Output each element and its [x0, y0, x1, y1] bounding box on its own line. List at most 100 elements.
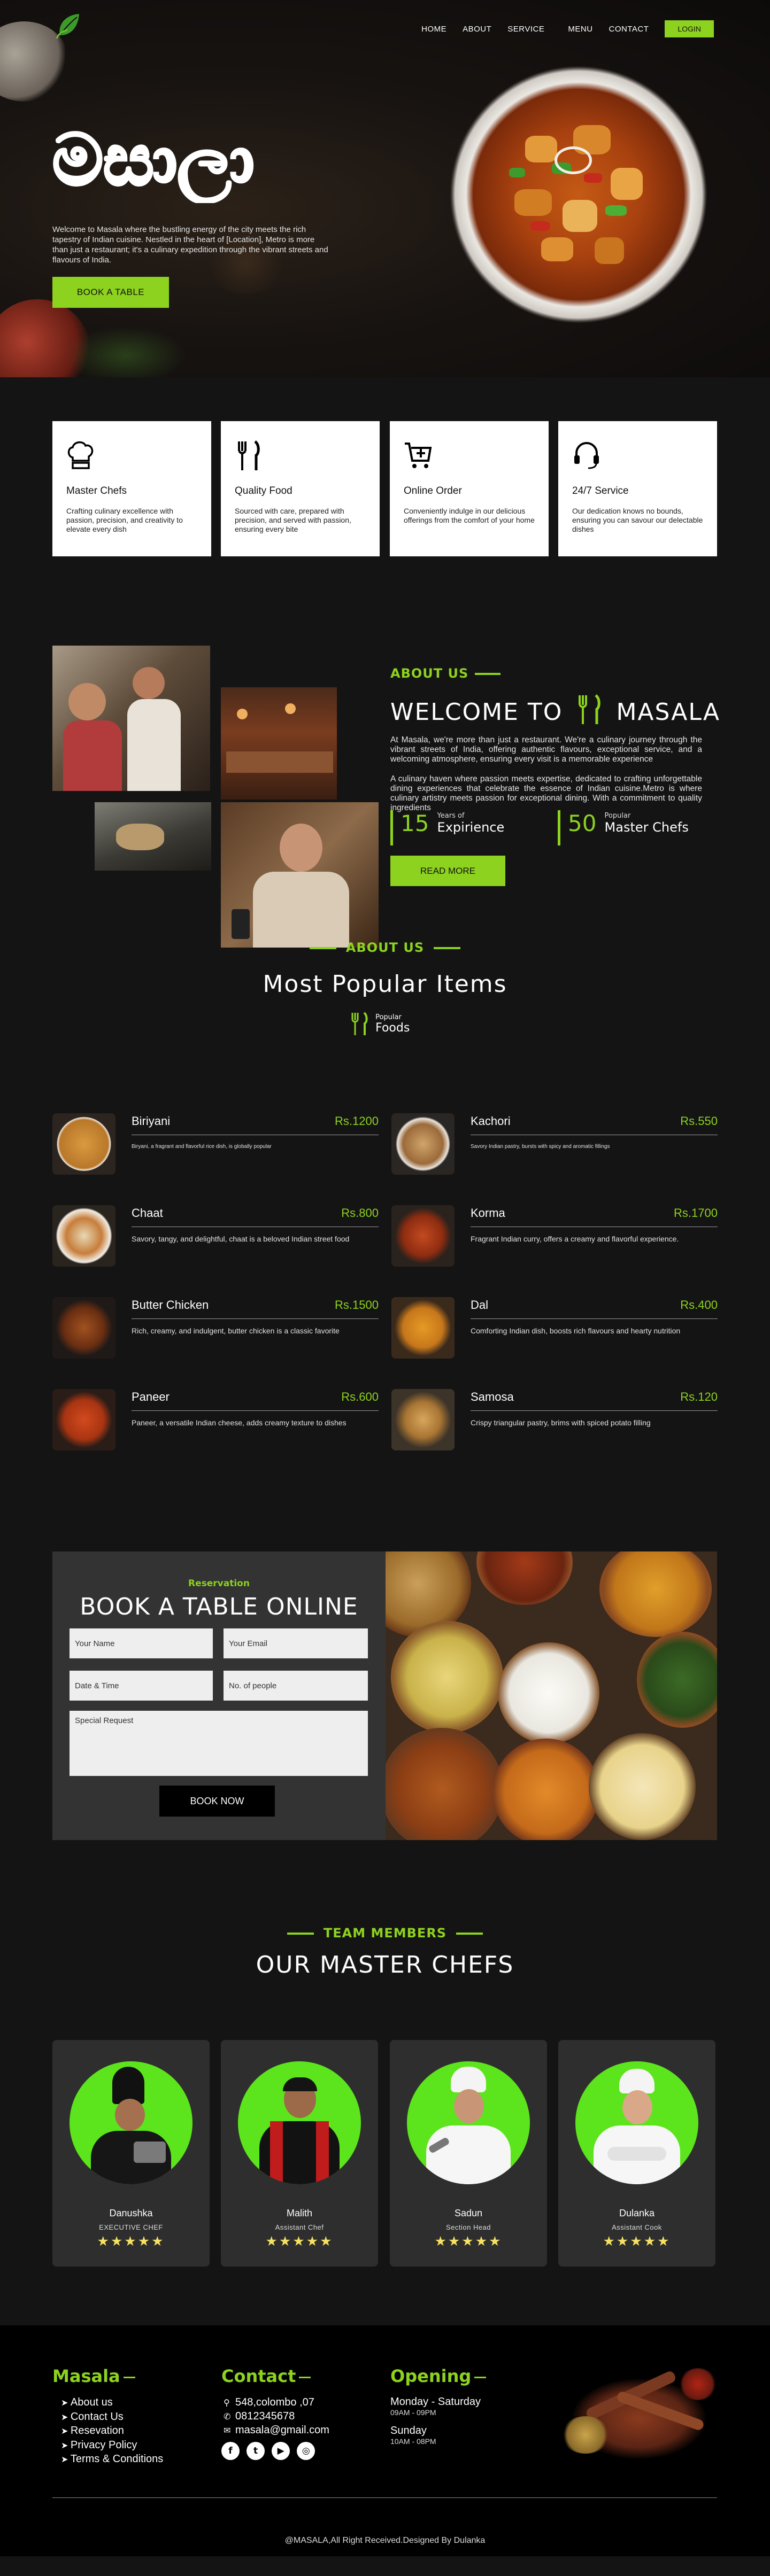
weekday-label: Monday - Saturday [390, 2396, 481, 2408]
instagram-icon[interactable]: ◎ [297, 2442, 315, 2460]
item-price: Rs.1500 [335, 1298, 379, 1312]
item-desc: Rich, creamy, and indulgent, butter chic… [132, 1326, 340, 1335]
special-request-textarea[interactable] [70, 1711, 368, 1776]
item-desc: Paneer, a versatile Indian cheese, adds … [132, 1418, 346, 1427]
friends-dining-photo [52, 646, 210, 791]
footer-link-about[interactable]: About us [61, 2396, 163, 2410]
contact-email[interactable]: masala@gmail.com [235, 2424, 329, 2436]
menu-item[interactable]: Korma Rs.1700 Fragrant Indian curry, off… [391, 1205, 718, 1267]
stat-small: Years of [437, 812, 465, 820]
reservation-form-panel: Reservation BOOK A TABLE ONLINE BOOK NOW [52, 1551, 386, 1840]
feature-title: Quality Food [235, 485, 292, 496]
footer-link-terms[interactable]: Terms & Conditions [61, 2453, 163, 2467]
menu-item[interactable]: Biriyani Rs.1200 Biryani, a fragrant and… [52, 1113, 379, 1175]
spices-image [551, 2357, 722, 2464]
chef-card[interactable]: Danushka EXECUTIVE CHEF ★★★★★ [52, 2040, 210, 2267]
stat-chefs: 50 Popular Master Chefs [558, 810, 689, 845]
feature-title: 24/7 Service [572, 485, 629, 496]
item-price: Rs.800 [341, 1206, 379, 1220]
nav-home-link[interactable]: HOME [421, 25, 446, 34]
popular-foods-tab[interactable]: Popular Foods [350, 1012, 410, 1038]
about-paragraph-1: At Masala, we're more than just a restau… [390, 735, 702, 764]
script-title-text: මසාලා [52, 119, 254, 203]
menu-title: Most Popular Items [263, 971, 507, 998]
footer-contact-text: Contact [221, 2366, 296, 2386]
footer-contact-title: Contact [221, 2366, 311, 2386]
butter-chicken-thumb [52, 1297, 116, 1359]
menu-item[interactable]: Dal Rs.400 Comforting Indian dish, boost… [391, 1297, 718, 1359]
about-paragraph-2: A culinary haven where passion meets exp… [390, 774, 702, 812]
menu-item[interactable]: Butter Chicken Rs.1500 Rich, creamy, and… [52, 1297, 379, 1359]
stat-years: 15 Years of Expirience [390, 810, 504, 845]
chef-avatar [407, 2061, 530, 2184]
location-icon: ⚲ [224, 2399, 230, 2408]
feature-title: Online Order [404, 485, 462, 496]
chef-name: Danushka [109, 2208, 153, 2218]
rating-stars: ★★★★★ [97, 2233, 165, 2249]
weekday-hours: 09AM - 09PM [390, 2408, 436, 2417]
nav-menu-link[interactable]: MENU [568, 25, 592, 34]
feature-text: Crafting culinary excellence with passio… [66, 507, 183, 533]
stat-number: 50 [568, 810, 597, 836]
footer-link-reservation[interactable]: Resevation [61, 2424, 163, 2439]
chef-card[interactable]: Dulanka Assistant Cook ★★★★★ [558, 2040, 715, 2267]
stat-small: Popular [604, 812, 631, 820]
popular-big-label: Foods [375, 1021, 410, 1035]
item-price: Rs.1700 [674, 1206, 718, 1220]
item-desc: Crispy triangular pastry, brims with spi… [471, 1418, 651, 1427]
menu-item[interactable]: Samosa Rs.120 Crispy triangular pastry, … [391, 1389, 718, 1450]
hero-description: Welcome to Masala where the bustling ene… [52, 225, 328, 265]
copyright-text: @MASALA,All Right Received.Designed By D… [284, 2536, 486, 2545]
chef-role: EXECUTIVE CHEF [99, 2223, 163, 2231]
item-price: Rs.550 [680, 1114, 718, 1128]
leaf-decoration [64, 326, 187, 377]
login-button[interactable]: LOGIN [665, 20, 714, 37]
nav-contact-link[interactable]: CONTACT [609, 25, 649, 34]
footer-link-privacy[interactable]: Privacy Policy [61, 2439, 163, 2453]
feature-title: Master Chefs [66, 485, 127, 496]
book-now-button[interactable]: BOOK NOW [159, 1786, 275, 1817]
popular-items-section: ABOUT US Most Popular Items Popular Foods… [0, 940, 770, 1551]
datetime-input[interactable] [70, 1671, 213, 1701]
nav-links: HOME ABOUT SERVICE MENU CONTACT LOGIN [405, 20, 714, 37]
book-table-button[interactable]: BOOK A TABLE [52, 277, 169, 308]
item-name: Paneer [132, 1390, 170, 1403]
chef-card[interactable]: Malith Assistant Chef ★★★★★ [221, 2040, 378, 2267]
woman-with-phone-photo [221, 802, 379, 948]
item-desc: Biryani, a fragrant and flavorful rice d… [132, 1144, 272, 1150]
chef-name: Malith [286, 2208, 312, 2218]
twitter-icon[interactable]: t [247, 2442, 265, 2460]
feature-card-online-order: Online Order Conveniently indulge in our… [390, 421, 549, 556]
chef-avatar [70, 2061, 192, 2184]
about-section: ABOUT US WELCOME TO MASALA At Masala, we… [0, 586, 770, 948]
contact-phone[interactable]: 0812345678 [235, 2410, 295, 2422]
features-section: Master Chefs Crafting culinary excellenc… [0, 377, 770, 586]
menu-item[interactable]: Kachori Rs.550 Savory Indian pastry, bur… [391, 1113, 718, 1175]
nav-about-link[interactable]: ABOUT [463, 25, 491, 34]
youtube-icon[interactable]: ▶ [272, 2442, 290, 2460]
fork-knife-icon [238, 440, 260, 470]
dal-thumb [391, 1297, 455, 1359]
sunday-label: Sunday [390, 2425, 427, 2437]
item-name: Kachori [471, 1114, 511, 1128]
team-label-text: TEAM MEMBERS [323, 1926, 447, 1941]
master-chefs-section: TEAM MEMBERS OUR MASTER CHEFS Danushka E… [0, 1926, 770, 2325]
chef-role: Section Head [445, 2223, 491, 2231]
chef-name: Dulanka [619, 2208, 655, 2218]
rating-stars: ★★★★★ [603, 2233, 671, 2249]
leaf-logo-icon[interactable] [56, 12, 81, 40]
menu-item[interactable]: Chaat Rs.800 Savory, tangy, and delightf… [52, 1205, 379, 1267]
name-input[interactable] [70, 1628, 213, 1658]
facebook-icon[interactable]: f [221, 2442, 240, 2460]
menu-item[interactable]: Paneer Rs.600 Paneer, a versatile Indian… [52, 1389, 379, 1450]
kitchen-photo [95, 802, 211, 871]
nav-service-link[interactable]: SERVICE [507, 25, 544, 34]
people-input[interactable] [224, 1671, 368, 1701]
footer-link-contact[interactable]: Contact Us [61, 2410, 163, 2425]
read-more-button[interactable]: READ MORE [390, 856, 505, 886]
email-input[interactable] [224, 1628, 368, 1658]
welcome-title-right: MASALA [616, 699, 720, 726]
chef-role: Assistant Cook [612, 2223, 662, 2231]
chef-card[interactable]: Sadun Section Head ★★★★★ [390, 2040, 547, 2267]
team-title: OUR MASTER CHEFS [256, 1951, 514, 1978]
